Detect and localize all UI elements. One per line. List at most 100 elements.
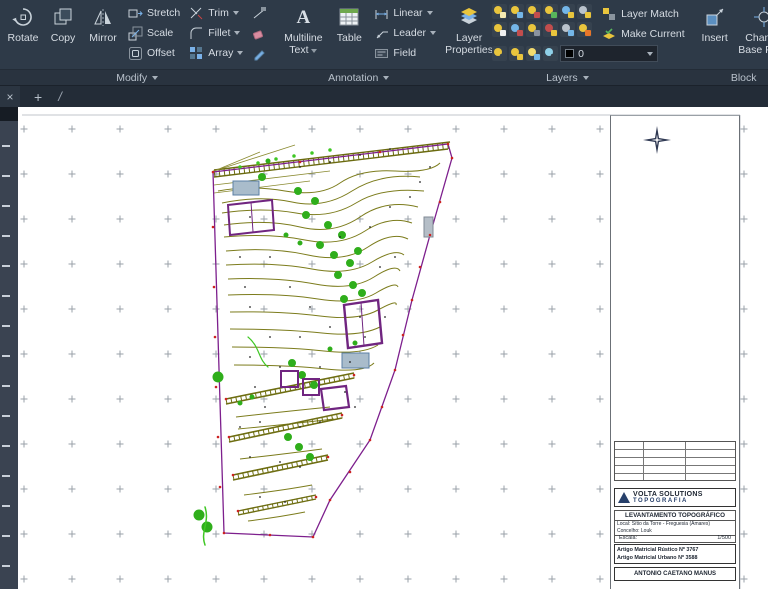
layer-properties-label: Layer Properties xyxy=(445,32,493,57)
layer-freeze-vp-icon[interactable] xyxy=(560,22,576,37)
multiline-text-button[interactable]: A Multiline Text xyxy=(277,2,329,69)
mirror-label: Mirror xyxy=(89,32,117,44)
table-button[interactable]: Table xyxy=(329,2,369,69)
panel-block: Insert ChangeBase Point Block xyxy=(691,0,768,85)
layer-match-button[interactable]: Layer Match xyxy=(597,4,689,24)
set-bylayer-icon xyxy=(251,5,267,21)
layer-walk-icon[interactable] xyxy=(560,4,576,19)
fillet-button[interactable]: Fillet xyxy=(184,23,247,43)
panel-label-annotation[interactable]: Annotation xyxy=(274,69,444,85)
change-base-point-button[interactable]: ChangeBase Point xyxy=(735,2,768,69)
rotate-label: Rotate xyxy=(7,32,39,44)
offset-button[interactable]: Offset xyxy=(123,43,184,63)
insert-icon xyxy=(702,4,728,30)
ruler-corner xyxy=(0,107,18,121)
leader-dropdown-icon[interactable] xyxy=(430,31,437,35)
close-tab-icon[interactable]: × xyxy=(0,85,20,108)
panel-label-layers[interactable]: Layers xyxy=(443,69,692,85)
panel-label-layers-text: Layers xyxy=(546,71,578,84)
mirror-button[interactable]: Mirror xyxy=(83,2,123,69)
title-block: VOLTA SOLUTIONS TOPOGRAFIA LEVANTAMENTO … xyxy=(610,115,740,589)
new-tab-icon[interactable]: + xyxy=(34,89,42,105)
layer-merge-icon[interactable] xyxy=(577,22,593,37)
stretch-button[interactable]: Stretch xyxy=(123,3,184,23)
panel-annotation-expand-icon xyxy=(383,75,390,80)
layer-properties-button[interactable]: Layer Properties xyxy=(445,2,493,69)
tab-slash-icon[interactable]: / xyxy=(58,89,62,104)
autocad-window: Rotate Copy Mirror Stretch Scale Offset … xyxy=(0,0,768,589)
panel-modify-body: Rotate Copy Mirror Stretch Scale Offset … xyxy=(0,0,274,69)
rotate-icon xyxy=(10,4,36,30)
sun-icon[interactable] xyxy=(509,46,525,61)
left-ruler xyxy=(0,107,18,589)
layer-on-icon[interactable] xyxy=(492,22,508,37)
fillet-icon xyxy=(188,25,204,41)
drawing-tab-bar: × + / xyxy=(0,85,768,108)
change-base-point-icon xyxy=(751,4,768,30)
freeze-icon[interactable] xyxy=(543,46,559,61)
erase-button[interactable] xyxy=(247,23,271,43)
layer-select-dropdown[interactable]: 0 xyxy=(560,45,659,62)
layer-states-icon[interactable] xyxy=(577,4,593,19)
multiline-text-icon: A xyxy=(296,6,311,28)
layer-lock-icon[interactable] xyxy=(526,4,542,19)
layer-tool-grid xyxy=(492,2,593,44)
insert-button[interactable]: Insert xyxy=(695,2,735,69)
array-label: Array xyxy=(208,47,234,59)
buildings xyxy=(226,180,434,412)
layer-unlock-icon[interactable] xyxy=(526,22,542,37)
layer-match-label: Layer Match xyxy=(621,8,679,20)
rotate-button[interactable]: Rotate xyxy=(3,2,43,69)
company-logo: VOLTA SOLUTIONS TOPOGRAFIA xyxy=(614,488,736,507)
trim-icon xyxy=(188,5,204,21)
scale-label: Escala: xyxy=(619,535,638,541)
make-current-label: Make Current xyxy=(621,28,685,40)
fillet-dropdown-icon[interactable] xyxy=(234,31,241,35)
drawing-canvas[interactable]: VOLTA SOLUTIONS TOPOGRAFIA LEVANTAMENTO … xyxy=(0,107,768,589)
make-current-button[interactable]: Make Current xyxy=(597,24,689,44)
leader-button[interactable]: Leader xyxy=(369,23,440,43)
stretch-icon xyxy=(127,5,143,21)
current-layer-name: 0 xyxy=(578,47,584,60)
scale-button[interactable]: Scale xyxy=(123,23,184,43)
linear-dropdown-icon[interactable] xyxy=(426,11,433,15)
sun-vp-icon[interactable] xyxy=(526,46,542,61)
modify-col-2: Trim Fillet Array xyxy=(184,2,247,69)
fillet-label: Fillet xyxy=(208,27,231,39)
article-2: Artigo Matricial Urbano Nº 3588 xyxy=(617,555,698,562)
match-properties-button[interactable] xyxy=(247,43,271,63)
offset-icon xyxy=(127,45,143,61)
linear-dimension-icon xyxy=(373,5,389,21)
company-subname: TOPOGRAFIA xyxy=(633,498,688,505)
panel-label-block[interactable]: Block xyxy=(691,69,768,85)
copy-button[interactable]: Copy xyxy=(43,2,83,69)
leader-label: Leader xyxy=(393,27,427,39)
stretch-label: Stretch xyxy=(147,7,181,19)
panel-layers-expand-icon xyxy=(582,75,589,80)
array-button[interactable]: Array xyxy=(184,43,247,63)
offset-label: Offset xyxy=(147,47,175,59)
trim-button[interactable]: Trim xyxy=(184,3,247,23)
copy-label: Copy xyxy=(50,32,76,44)
layer-off-icon[interactable] xyxy=(492,4,508,19)
field-button[interactable]: Field xyxy=(369,43,440,63)
ribbon: Rotate Copy Mirror Stretch Scale Offset … xyxy=(0,0,768,85)
revision-table xyxy=(614,441,736,481)
layer-unisolate-icon[interactable] xyxy=(543,22,559,37)
panel-label-modify[interactable]: Modify xyxy=(0,69,275,85)
layer-freeze-icon[interactable] xyxy=(509,4,525,19)
scale-row: Escala: 1/500 xyxy=(614,534,736,543)
layer-thaw-icon[interactable] xyxy=(509,22,525,37)
bulb-icon[interactable] xyxy=(492,46,508,61)
match-properties-icon xyxy=(251,45,267,61)
linear-dimension-button[interactable]: Linear xyxy=(369,3,440,23)
field-icon xyxy=(373,45,389,61)
array-dropdown-icon[interactable] xyxy=(237,51,244,55)
set-bylayer-button[interactable] xyxy=(247,3,271,23)
trim-dropdown-icon[interactable] xyxy=(232,11,239,15)
annotation-col: Linear Leader Field xyxy=(369,2,440,69)
layer-isolate-icon[interactable] xyxy=(543,4,559,19)
copy-icon xyxy=(50,4,76,30)
panel-label-modify-text: Modify xyxy=(116,71,148,84)
change-base-point-label: ChangeBase Point xyxy=(738,32,768,57)
